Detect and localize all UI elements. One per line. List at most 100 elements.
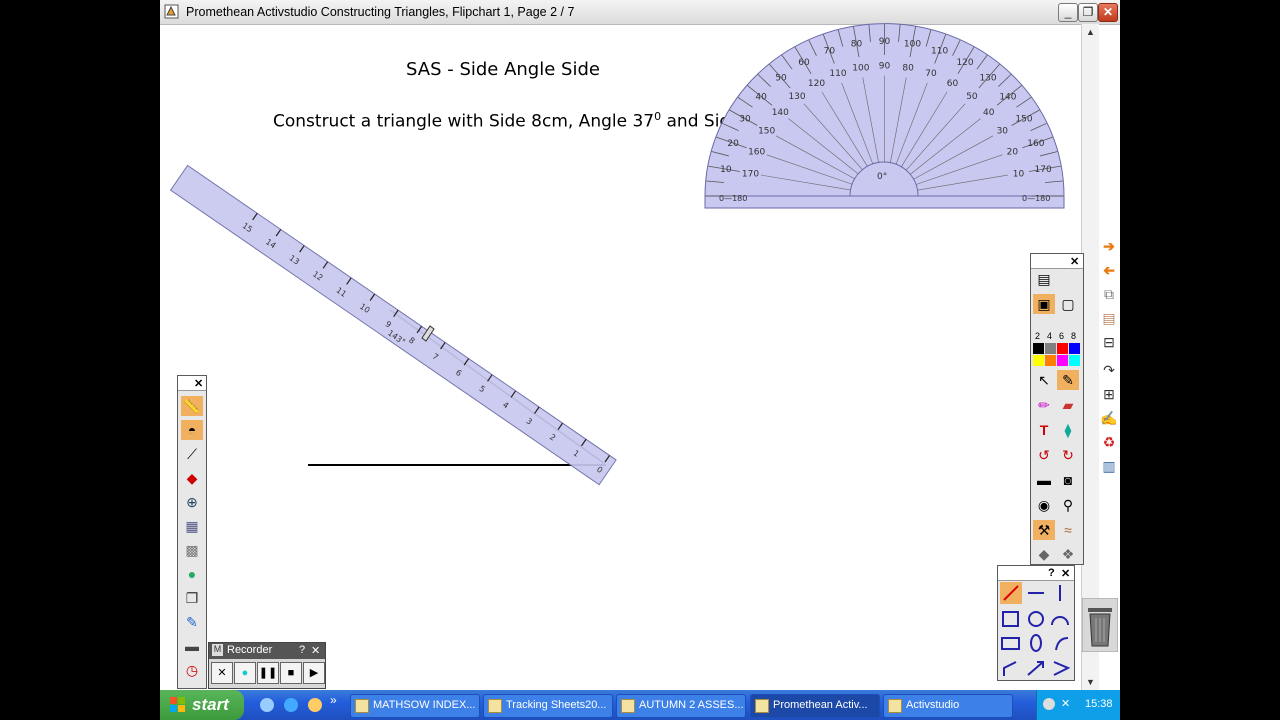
quicklaunch-chevron-icon[interactable]: » bbox=[330, 693, 337, 707]
protractor-base-left: 0—180 bbox=[719, 194, 747, 203]
color-swatch-yellow[interactable] bbox=[1033, 355, 1044, 366]
recorder-help-icon[interactable]: ? bbox=[299, 644, 305, 656]
page-layout-icon[interactable]: ⊟ bbox=[1098, 332, 1120, 352]
highlighter-icon[interactable]: ✏ bbox=[1033, 395, 1055, 415]
color-swatch-red[interactable] bbox=[1057, 343, 1068, 354]
task-activstudio[interactable]: Activstudio bbox=[883, 694, 1013, 718]
tray-volume-icon[interactable]: ✕ bbox=[1061, 697, 1070, 710]
protractor-tool[interactable]: 1020304050607080 90 1001101201301401501601… bbox=[704, 23, 1065, 209]
pin-icon[interactable]: ✎ bbox=[181, 612, 203, 632]
angle-icon[interactable] bbox=[1053, 661, 1071, 676]
spotlight-icon[interactable]: ⊕ bbox=[181, 492, 203, 512]
next-page-arrow-icon[interactable]: ➔ bbox=[1098, 236, 1120, 256]
shape-toolbox-close-icon[interactable]: ✕ bbox=[1061, 567, 1070, 580]
desktop-icon[interactable]: ▢ bbox=[1057, 294, 1079, 314]
start-button[interactable]: start bbox=[160, 690, 244, 720]
recorder-title-bar: M Recorder ? ✕ bbox=[209, 643, 325, 659]
protractor-outer-label: 110 bbox=[931, 47, 948, 57]
recorder-cancel-button[interactable]: ✕ bbox=[211, 662, 233, 684]
refresh-icon[interactable]: ↷ bbox=[1098, 360, 1120, 380]
previous-page-arrow-icon[interactable]: ➔ bbox=[1098, 260, 1120, 280]
reveal-icon[interactable]: ▬ bbox=[1033, 470, 1055, 490]
pen-width-4[interactable]: 4 bbox=[1047, 331, 1052, 341]
tray-network-icon[interactable] bbox=[1043, 698, 1055, 710]
tools-icon[interactable]: ⚒ bbox=[1033, 520, 1055, 540]
calculator-icon[interactable]: ▦ bbox=[181, 516, 203, 536]
text-tool-icon[interactable]: T bbox=[1033, 420, 1055, 440]
pen-icon[interactable]: ✎ bbox=[1057, 370, 1079, 390]
polyline-icon[interactable] bbox=[1003, 661, 1017, 676]
protractor-base-right: 0—180 bbox=[1022, 194, 1050, 203]
recorder-pause-button[interactable]: ❚❚ bbox=[257, 662, 279, 684]
library-icon[interactable]: ▥ bbox=[1098, 456, 1120, 476]
task-autumn-2-asses[interactable]: AUTUMN 2 ASSES... bbox=[616, 694, 746, 718]
spotlight-tool-icon[interactable]: ◙ bbox=[1057, 470, 1079, 490]
arrow-line-icon[interactable] bbox=[1027, 661, 1044, 676]
task-mathsow-index[interactable]: MATHSOW INDEX... bbox=[350, 694, 480, 718]
pen-width-2[interactable]: 2 bbox=[1035, 331, 1040, 341]
recorder-close-icon[interactable]: ✕ bbox=[311, 644, 320, 657]
paint-bucket-icon[interactable]: ◆ bbox=[1033, 544, 1055, 564]
color-swatch-blue[interactable] bbox=[1069, 343, 1080, 354]
magnify-icon[interactable]: ⚲ bbox=[1057, 495, 1079, 515]
flipchart-icon[interactable]: ▣ bbox=[1033, 294, 1055, 314]
quicklaunch-explorer-icon[interactable] bbox=[260, 698, 274, 712]
activstudio-task-icon bbox=[755, 699, 769, 713]
rectangle-icon[interactable] bbox=[1002, 611, 1019, 627]
select-arrow-icon[interactable]: ↖ bbox=[1033, 370, 1055, 390]
recorder-play-button[interactable]: ▶ bbox=[303, 662, 325, 684]
circle-icon[interactable] bbox=[1028, 611, 1044, 627]
recorder-stop-button[interactable]: ■ bbox=[280, 662, 302, 684]
clock[interactable]: 15:38 bbox=[1085, 698, 1113, 710]
trash-bin-icon[interactable] bbox=[1082, 598, 1118, 652]
protractor-inner-label: 110 bbox=[829, 69, 846, 79]
protractor-tool-icon[interactable]: ◓ bbox=[181, 420, 203, 440]
clock-icon[interactable]: ◷ bbox=[181, 660, 203, 680]
task-tracking-sheets[interactable]: Tracking Sheets20... bbox=[483, 694, 613, 718]
page-browser-icon[interactable]: ⧉ bbox=[1098, 284, 1120, 304]
page-split-icon[interactable]: ⊞ bbox=[1098, 384, 1120, 404]
quicklaunch-media-icon[interactable] bbox=[308, 698, 322, 712]
camera-tool-icon[interactable]: ◉ bbox=[1033, 495, 1055, 515]
notes-icon[interactable]: ✍ bbox=[1098, 408, 1120, 428]
compass-tool-icon[interactable]: ⟋ bbox=[181, 444, 203, 464]
menu-icon[interactable]: ▤ bbox=[1033, 270, 1055, 288]
pen-width-6[interactable]: 6 bbox=[1059, 331, 1064, 341]
color-swatch-cyan[interactable] bbox=[1069, 355, 1080, 366]
reset-page-icon[interactable]: ♻ bbox=[1098, 432, 1120, 452]
ruler-tool-icon[interactable]: 📏 bbox=[181, 396, 203, 416]
connector-icon[interactable]: ≈ bbox=[1057, 520, 1079, 540]
eraser-icon[interactable]: ▰ bbox=[1057, 395, 1079, 415]
protractor-inner-label: 70 bbox=[925, 69, 937, 79]
task-promethean-activ[interactable]: Promethean Activ... bbox=[750, 694, 880, 718]
activstudio-window: Promethean Activstudio Constructing Tria… bbox=[160, 0, 1120, 720]
dice-icon[interactable]: ◆ bbox=[181, 468, 203, 488]
ruler-tool[interactable]: 0123456789101112131415 143° bbox=[169, 164, 617, 486]
grid-icon[interactable]: ▩ bbox=[181, 540, 203, 560]
color-swatch-grey[interactable] bbox=[1045, 343, 1056, 354]
camera-icon[interactable]: ▬ bbox=[181, 636, 203, 656]
main-toolbox-close-icon[interactable]: ✕ bbox=[1070, 255, 1079, 268]
curve-icon[interactable] bbox=[1055, 637, 1069, 651]
pages-icon[interactable]: ❐ bbox=[181, 588, 203, 608]
protractor-inner-label: 30 bbox=[997, 127, 1009, 137]
undo-icon[interactable]: ↺ bbox=[1033, 445, 1055, 465]
flipchart-pages-icon[interactable]: ▤ bbox=[1098, 308, 1120, 328]
globe-icon[interactable]: ● bbox=[181, 564, 203, 584]
quicklaunch-ie-icon[interactable] bbox=[284, 698, 298, 712]
arc-icon[interactable] bbox=[1051, 616, 1069, 626]
shapes-icon[interactable]: ❖ bbox=[1057, 544, 1079, 564]
pen-width-8[interactable]: 8 bbox=[1071, 331, 1076, 341]
recorder-record-button[interactable]: ● bbox=[234, 662, 256, 684]
color-swatch-black[interactable] bbox=[1033, 343, 1044, 354]
color-swatch-magenta[interactable] bbox=[1057, 355, 1068, 366]
protractor-outer-label: 40 bbox=[755, 92, 767, 102]
redo-icon[interactable]: ↻ bbox=[1057, 445, 1079, 465]
protractor-base[interactable] bbox=[704, 195, 1065, 209]
left-toolbox-close-icon[interactable]: ✕ bbox=[194, 377, 203, 390]
rounded-rect-icon[interactable] bbox=[1001, 637, 1020, 650]
shape-toolbox-help-icon[interactable]: ? bbox=[1048, 567, 1055, 579]
ellipse-icon[interactable] bbox=[1030, 634, 1042, 652]
fill-icon[interactable]: ⧫ bbox=[1057, 420, 1079, 440]
color-swatch-orange[interactable] bbox=[1045, 355, 1056, 366]
